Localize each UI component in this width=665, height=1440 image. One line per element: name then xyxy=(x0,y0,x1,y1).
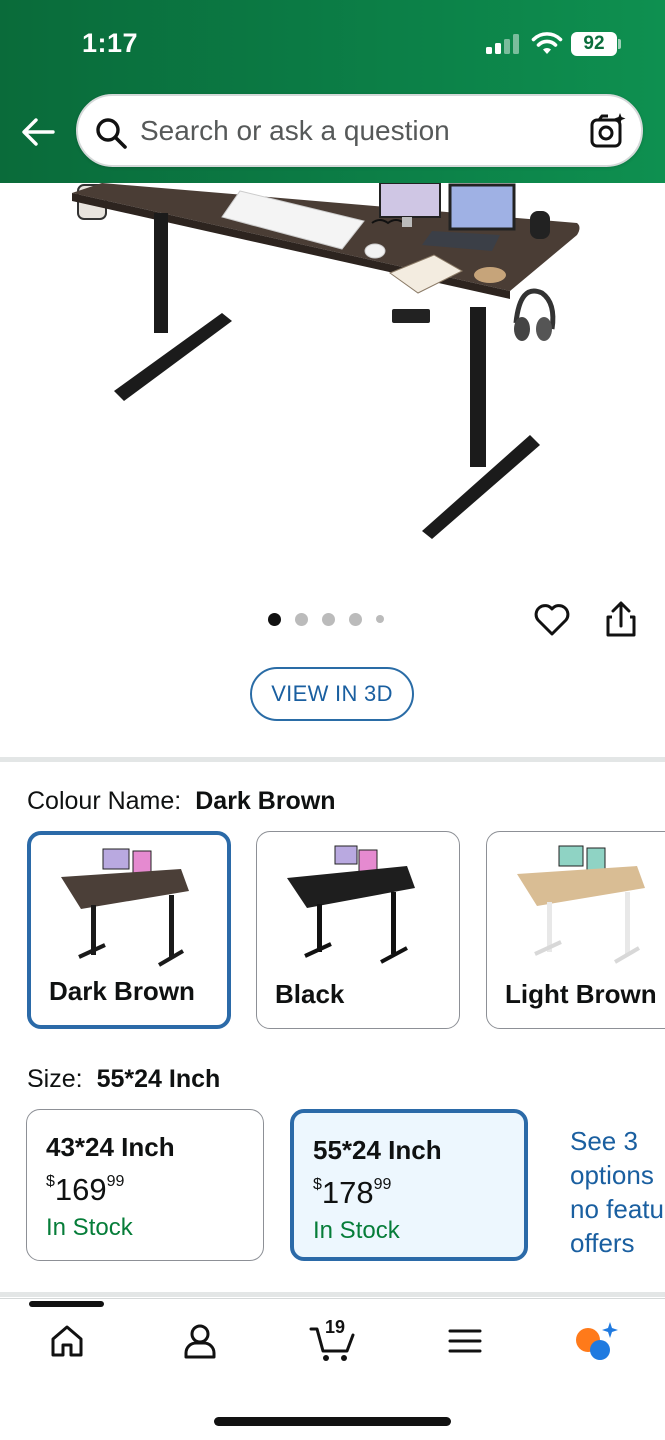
home-indicator xyxy=(214,1417,451,1426)
person-icon xyxy=(184,1324,216,1359)
app-header: 1:17 92 xyxy=(0,0,665,183)
price-currency: $ xyxy=(313,1176,322,1193)
carousel-dot[interactable] xyxy=(376,615,384,623)
see-more-options-link[interactable]: See 3 options no featu offers xyxy=(570,1124,665,1260)
heart-icon xyxy=(534,604,570,636)
size-option-price: $16999 xyxy=(46,1172,124,1208)
price-fraction: 99 xyxy=(106,1173,125,1190)
stock-status: In Stock xyxy=(313,1217,400,1244)
see-options-line: See 3 xyxy=(570,1126,638,1156)
colour-option-label: Light Brown xyxy=(505,979,657,1009)
search-bar[interactable] xyxy=(76,94,643,167)
menu-icon xyxy=(448,1329,482,1353)
light-brown-desk-thumbnail xyxy=(517,845,645,964)
search-icon xyxy=(96,118,127,149)
section-divider xyxy=(0,1292,665,1297)
colour-option-label: Dark Brown xyxy=(49,976,195,1006)
carousel-dot[interactable] xyxy=(322,612,335,626)
cart-count-badge: 19 xyxy=(325,1317,346,1337)
price-whole: 169 xyxy=(54,1172,107,1207)
image-carousel-dots[interactable] xyxy=(268,611,384,627)
carousel-dot[interactable] xyxy=(268,612,281,626)
wishlist-button[interactable] xyxy=(532,600,572,640)
cellular-signal-icon xyxy=(486,34,522,54)
nav-rufus-assistant[interactable] xyxy=(572,1318,618,1364)
see-options-line: no featu xyxy=(570,1194,664,1224)
section-divider xyxy=(0,757,665,762)
dark-brown-desk-thumbnail xyxy=(61,848,189,967)
back-arrow-icon xyxy=(22,118,55,146)
colour-option-label: Black xyxy=(275,979,345,1009)
camera-search-icon[interactable] xyxy=(589,112,627,150)
nav-menu[interactable] xyxy=(442,1318,488,1364)
share-icon xyxy=(606,601,636,637)
standing-desk-image xyxy=(72,183,580,539)
size-option-43x24[interactable]: 43*24 Inch $16999 In Stock xyxy=(26,1109,264,1261)
price-currency: $ xyxy=(46,1173,55,1190)
size-option-55x24[interactable]: 55*24 Inch $17899 In Stock xyxy=(290,1109,528,1261)
colour-name-label: Colour Name: Dark Brown xyxy=(27,787,336,816)
wifi-icon xyxy=(531,32,563,54)
product-image[interactable] xyxy=(72,183,594,545)
status-time: 1:17 xyxy=(82,28,139,58)
search-input[interactable] xyxy=(140,96,560,165)
selected-colour: Dark Brown xyxy=(195,787,336,815)
ai-assistant-icon xyxy=(576,1322,618,1360)
nav-account[interactable] xyxy=(177,1318,223,1364)
colour-option-dark-brown[interactable]: Dark Brown xyxy=(27,831,231,1029)
size-option-title: 55*24 Inch xyxy=(313,1135,442,1165)
size-option-title: 43*24 Inch xyxy=(46,1132,175,1162)
colour-label-text: Colour Name: xyxy=(27,787,182,815)
price-fraction: 99 xyxy=(373,1176,392,1193)
colour-option-light-brown[interactable]: Light Brown xyxy=(486,831,665,1029)
battery-indicator: 92 xyxy=(571,32,617,56)
black-desk-thumbnail xyxy=(287,845,415,964)
carousel-dot[interactable] xyxy=(295,612,308,626)
colour-option-black[interactable]: Black xyxy=(256,831,460,1029)
share-button[interactable] xyxy=(603,600,639,640)
see-options-line: offers xyxy=(570,1228,635,1258)
battery-tip xyxy=(618,39,621,49)
nav-home[interactable] xyxy=(44,1318,90,1364)
size-label: Size: 55*24 Inch xyxy=(27,1065,220,1094)
active-tab-indicator xyxy=(29,1301,104,1307)
size-option-price: $17899 xyxy=(313,1175,391,1211)
selected-size: 55*24 Inch xyxy=(96,1065,221,1093)
see-options-line: options xyxy=(570,1160,654,1190)
price-whole: 178 xyxy=(321,1175,374,1210)
view-in-3d-button[interactable]: VIEW IN 3D xyxy=(250,667,414,721)
back-button[interactable] xyxy=(18,112,58,152)
carousel-dot[interactable] xyxy=(349,612,362,626)
home-icon xyxy=(51,1325,83,1357)
size-label-text: Size: xyxy=(27,1065,83,1093)
stock-status: In Stock xyxy=(46,1214,133,1241)
